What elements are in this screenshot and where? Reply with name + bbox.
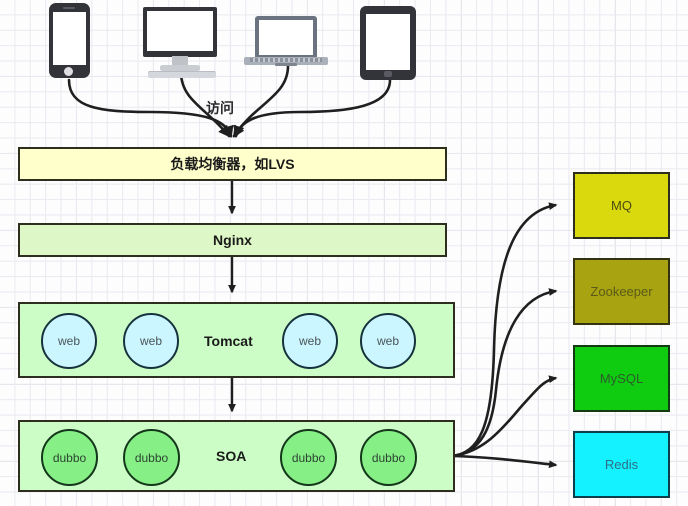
edge-soa-to-redis [452,454,558,469]
node-label: dubbo [134,450,169,465]
mysql-service-box[interactable]: MySQL [573,345,670,412]
node-label: web [139,334,162,348]
tomcat-label: Tomcat [204,333,253,349]
architecture-diagram-canvas: 访问 负载均衡器，如LVS Nginx Tomcat web web web w… [0,0,688,506]
edge-soa-to-zookeeper [452,288,558,458]
soa-label: SOA [216,448,247,464]
load-balancer-label: 负载均衡器，如LVS [170,156,295,172]
soa-node-dubbo-2[interactable]: dubbo [123,429,180,486]
redis-label: Redis [604,457,639,472]
soa-node-dubbo-4[interactable]: dubbo [360,429,417,486]
soa-node-dubbo-1[interactable]: dubbo [41,429,98,486]
redis-service-box[interactable]: Redis [573,431,670,498]
edge-soa-to-mq [452,202,558,458]
tomcat-node-web-1[interactable]: web [41,313,97,369]
node-label: dubbo [291,450,326,465]
nginx-box[interactable]: Nginx [18,223,447,257]
zookeeper-service-box[interactable]: Zookeeper [573,258,670,325]
node-label: web [57,334,80,348]
mq-service-box[interactable]: MQ [573,172,670,239]
zookeeper-label: Zookeeper [590,284,653,299]
nginx-label: Nginx [213,232,252,248]
tomcat-node-web-4[interactable]: web [360,313,416,369]
tomcat-node-web-3[interactable]: web [282,313,338,369]
mq-label: MQ [611,198,632,213]
edge-soa-to-mysql [452,375,558,458]
node-label: dubbo [371,450,406,465]
load-balancer-box[interactable]: 负载均衡器，如LVS [18,147,447,181]
node-label: web [298,334,321,348]
node-label: web [376,334,399,348]
soa-node-dubbo-3[interactable]: dubbo [280,429,337,486]
mysql-label: MySQL [599,371,644,386]
tomcat-node-web-2[interactable]: web [123,313,179,369]
access-edge-label: 访问 [206,100,234,116]
node-label: dubbo [52,450,87,465]
